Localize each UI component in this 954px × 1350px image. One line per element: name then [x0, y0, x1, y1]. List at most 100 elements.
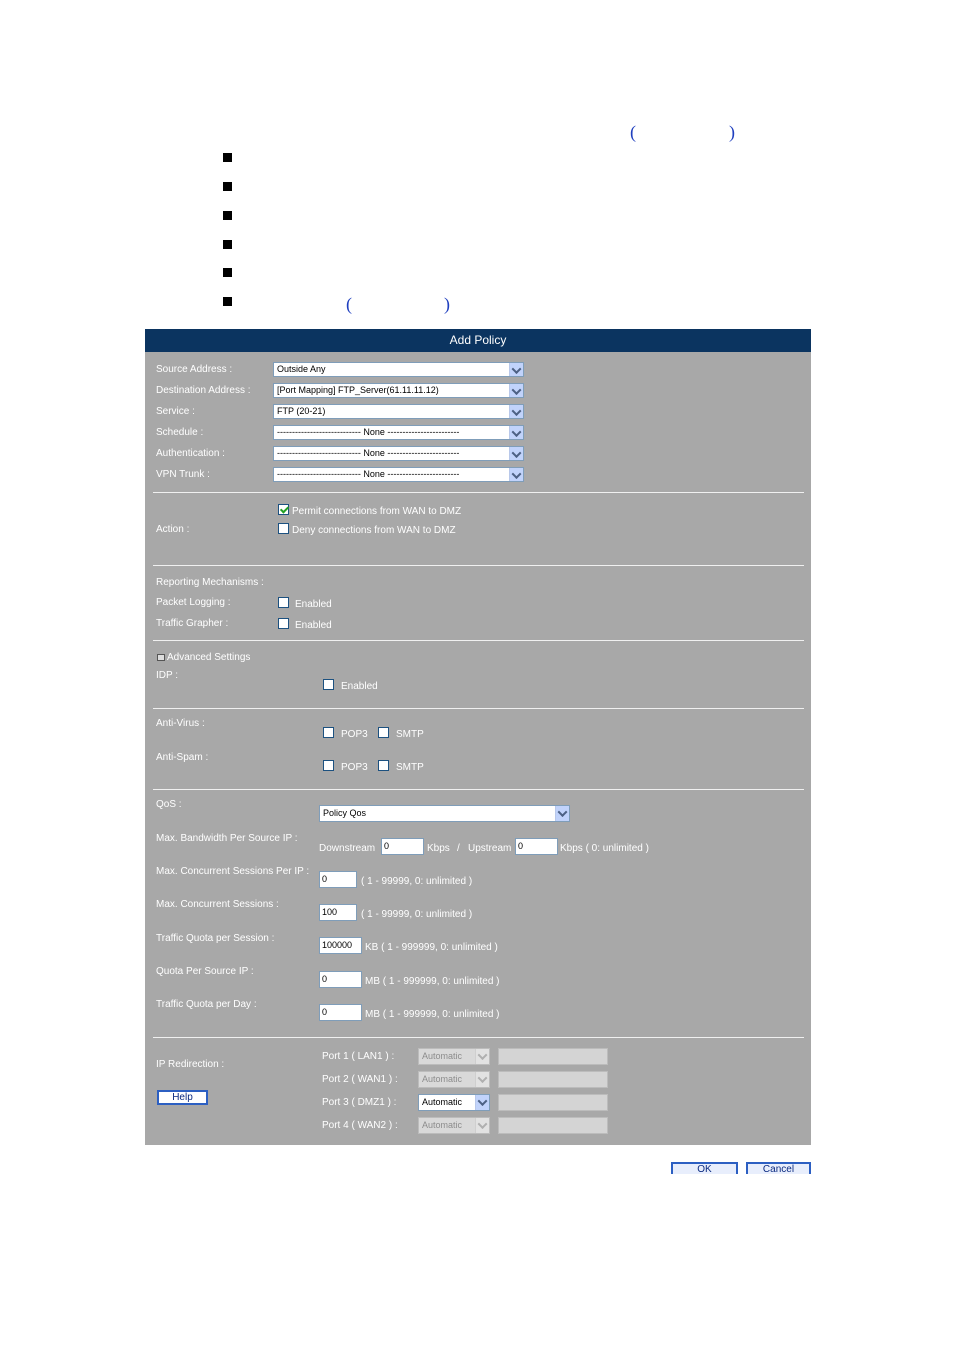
port-4-select[interactable]: Automatic	[418, 1117, 490, 1134]
bullet-5	[223, 268, 232, 277]
chevron-down-icon	[475, 1049, 489, 1064]
divider	[153, 565, 804, 566]
anti-virus-pop3-checkbox[interactable]	[323, 727, 334, 738]
action-label: Action :	[156, 524, 190, 535]
sessions-per-ip-label: Max. Concurrent Sessions Per IP :	[156, 866, 310, 877]
sessions-per-ip-input[interactable]: 0	[319, 871, 357, 888]
qos-select[interactable]: Policy Qos	[319, 805, 570, 822]
bullet-6	[223, 297, 232, 306]
divider	[153, 708, 804, 709]
chevron-down-icon	[509, 405, 523, 418]
chevron-down-icon	[509, 384, 523, 397]
chevron-down-icon	[475, 1072, 489, 1087]
panel-title: Add Policy	[145, 329, 811, 352]
quota-session-label: Traffic Quota per Session :	[156, 933, 275, 944]
service-select[interactable]: FTP (20-21)	[273, 404, 524, 419]
anti-spam-pop3-label: POP3	[341, 762, 368, 773]
destination-address-label: Destination Address :	[156, 385, 251, 396]
chevron-down-icon	[475, 1118, 489, 1133]
traffic-grapher-enabled: Enabled	[295, 620, 332, 631]
permit-checkbox[interactable]	[278, 504, 289, 515]
anti-spam-label: Anti-Spam :	[156, 752, 209, 763]
chevron-down-icon	[475, 1095, 489, 1110]
ok-button[interactable]: OK	[671, 1162, 738, 1174]
collapse-icon[interactable]	[157, 654, 165, 661]
sessions-hint: ( 1 - 99999, 0: unlimited )	[361, 909, 473, 920]
upstream-unit: Kbps ( 0: unlimited )	[560, 843, 649, 854]
quota-day-input[interactable]: 0	[319, 1004, 362, 1021]
anti-virus-smtp-checkbox[interactable]	[378, 727, 389, 738]
qos-label: QoS :	[156, 799, 182, 810]
port-2-address	[498, 1071, 608, 1088]
idp-checkbox[interactable]	[323, 679, 334, 690]
bullet-3	[223, 211, 232, 220]
vpn-trunk-select[interactable]: ---------------------------- None ------…	[273, 467, 524, 482]
sessions-input[interactable]: 100	[319, 904, 357, 921]
idp-enabled: Enabled	[341, 681, 378, 692]
deny-checkbox[interactable]	[278, 523, 289, 534]
quota-session-input[interactable]: 100000	[319, 937, 362, 954]
ip-redirection-label: IP Redirection :	[156, 1059, 225, 1070]
downstream-input[interactable]: 0	[381, 838, 424, 855]
close-paren: )	[444, 294, 450, 314]
sessions-label: Max. Concurrent Sessions :	[156, 899, 279, 910]
downstream-unit: Kbps	[427, 843, 450, 854]
anti-spam-smtp-label: SMTP	[396, 762, 424, 773]
reporting-label: Reporting Mechanisms :	[156, 577, 264, 588]
chevron-down-icon	[509, 426, 523, 439]
quota-source-input[interactable]: 0	[319, 971, 362, 988]
idp-label: IDP :	[156, 670, 179, 681]
quota-source-label: Quota Per Source IP :	[156, 966, 254, 977]
vpn-trunk-label: VPN Trunk :	[156, 469, 210, 480]
schedule-label: Schedule :	[156, 427, 204, 438]
chevron-down-icon	[509, 447, 523, 460]
upstream-input[interactable]: 0	[515, 838, 558, 855]
downstream-label: Downstream	[319, 843, 376, 854]
traffic-grapher-label: Traffic Grapher :	[156, 618, 229, 629]
service-label: Service :	[156, 406, 195, 417]
packet-logging-label: Packet Logging :	[156, 597, 231, 608]
quota-session-hint: KB ( 1 - 999999, 0: unlimited )	[365, 942, 498, 953]
permit-label: Permit connections from WAN to DMZ	[292, 506, 462, 517]
port-4-label: Port 4 ( WAN2 ) :	[322, 1120, 398, 1131]
advanced-settings-label[interactable]: Advanced Settings	[167, 652, 250, 664]
anti-spam-pop3-checkbox[interactable]	[323, 760, 334, 771]
divider	[153, 789, 804, 790]
anti-spam-smtp-checkbox[interactable]	[378, 760, 389, 771]
port-1-address	[498, 1048, 608, 1065]
authentication-label: Authentication :	[156, 448, 225, 459]
traffic-grapher-checkbox[interactable]	[278, 618, 289, 629]
quota-source-hint: MB ( 1 - 999999, 0: unlimited )	[365, 976, 500, 987]
upstream-label: Upstream	[468, 843, 512, 854]
port-1-select[interactable]: Automatic	[418, 1048, 490, 1065]
source-address-label: Source Address :	[156, 364, 233, 375]
anti-virus-label: Anti-Virus :	[156, 718, 205, 729]
cancel-button[interactable]: Cancel	[746, 1162, 811, 1174]
bandwidth-slash: /	[457, 843, 460, 854]
sessions-per-ip-hint: ( 1 - 99999, 0: unlimited )	[361, 876, 473, 887]
help-button[interactable]: Help	[157, 1090, 208, 1105]
packet-logging-enabled: Enabled	[295, 599, 332, 610]
port-3-address[interactable]	[498, 1094, 608, 1111]
authentication-select[interactable]: ---------------------------- None ------…	[273, 446, 524, 461]
port-3-select[interactable]: Automatic	[418, 1094, 490, 1111]
open-paren: (	[630, 122, 636, 142]
quota-day-hint: MB ( 1 - 999999, 0: unlimited )	[365, 1009, 500, 1020]
anti-virus-pop3-label: POP3	[341, 729, 368, 740]
close-paren: )	[729, 122, 735, 142]
source-address-select[interactable]: Outside Any	[273, 362, 524, 377]
port-2-select[interactable]: Automatic	[418, 1071, 490, 1088]
destination-address-select[interactable]: [Port Mapping] FTP_Server(61.11.11.12)	[273, 383, 524, 398]
quota-day-label: Traffic Quota per Day :	[156, 999, 257, 1010]
schedule-select[interactable]: ---------------------------- None ------…	[273, 425, 524, 440]
bullet-4	[223, 240, 232, 249]
chevron-down-icon	[509, 468, 523, 481]
divider	[153, 1037, 804, 1038]
divider	[153, 492, 804, 493]
packet-logging-checkbox[interactable]	[278, 597, 289, 608]
add-policy-panel: Add Policy Source Address : Outside Any …	[145, 329, 811, 1145]
port-2-label: Port 2 ( WAN1 ) :	[322, 1074, 398, 1085]
divider	[153, 640, 804, 641]
bullet-1	[223, 153, 232, 162]
deny-label: Deny connections from WAN to DMZ	[292, 525, 456, 536]
